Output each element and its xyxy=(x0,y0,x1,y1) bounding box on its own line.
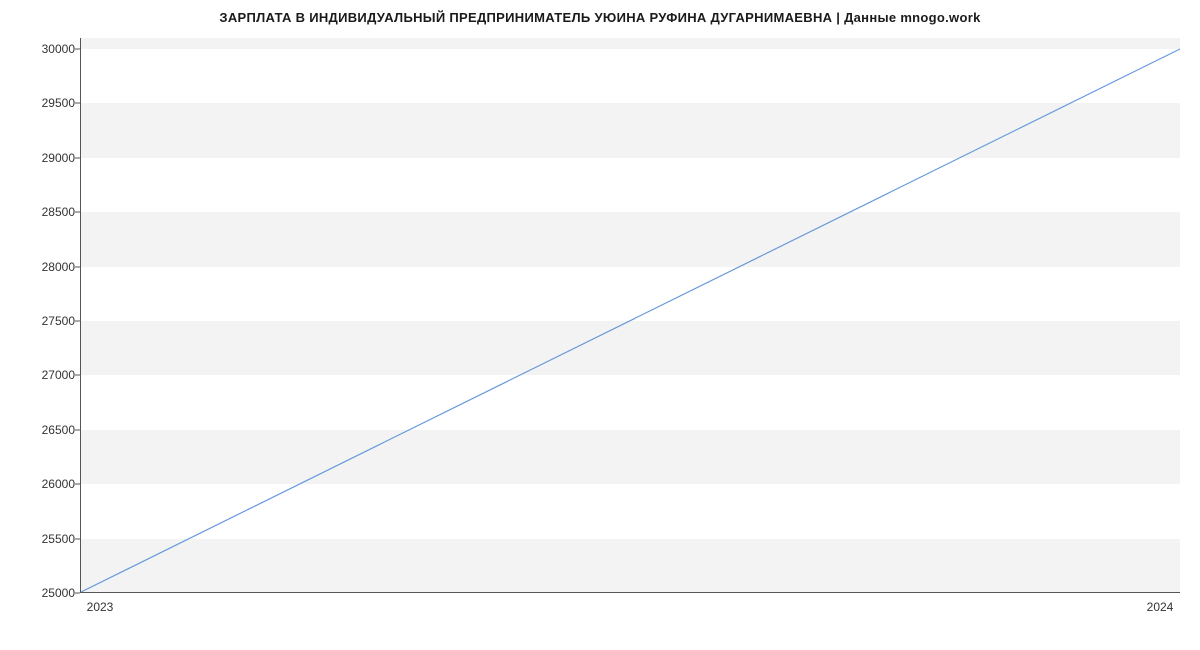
x-tick-label: 2023 xyxy=(87,600,114,614)
y-tick-label: 25500 xyxy=(15,532,75,546)
y-tick-label: 28000 xyxy=(15,260,75,274)
y-tick-label: 27000 xyxy=(15,368,75,382)
y-tick-label: 29000 xyxy=(15,151,75,165)
y-tick-label: 25000 xyxy=(15,586,75,600)
y-tick-label: 28500 xyxy=(15,205,75,219)
x-tick-label: 2024 xyxy=(1147,600,1174,614)
chart-container: ЗАРПЛАТА В ИНДИВИДУАЛЬНЫЙ ПРЕДПРИНИМАТЕЛ… xyxy=(0,0,1200,650)
y-tick-label: 27500 xyxy=(15,314,75,328)
y-tick-label: 30000 xyxy=(15,42,75,56)
y-tick-label: 26500 xyxy=(15,423,75,437)
y-tick-label: 26000 xyxy=(15,477,75,491)
line-series xyxy=(81,38,1180,592)
y-tick-label: 29500 xyxy=(15,96,75,110)
plot-area xyxy=(80,38,1180,593)
chart-title: ЗАРПЛАТА В ИНДИВИДУАЛЬНЫЙ ПРЕДПРИНИМАТЕЛ… xyxy=(0,10,1200,25)
data-line xyxy=(81,49,1180,592)
